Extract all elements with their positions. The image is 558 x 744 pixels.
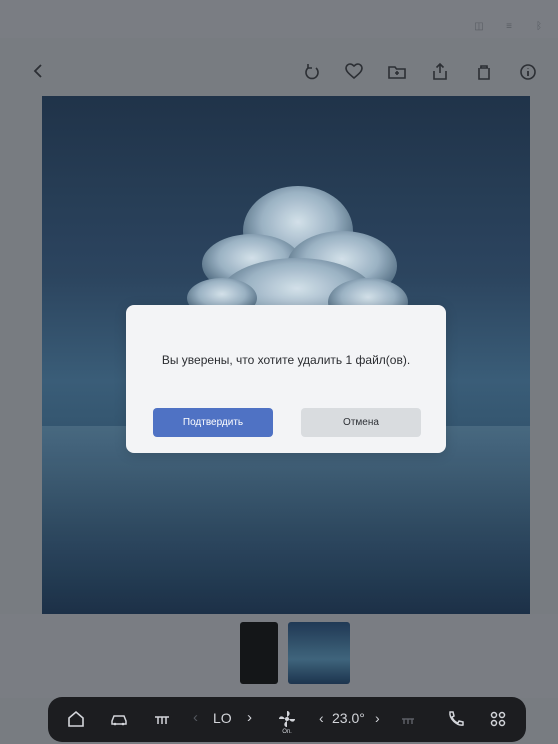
- cancel-button[interactable]: Отмена: [301, 408, 421, 437]
- dialog-message: Вы уверены, что хотите удалить 1 файл(ов…: [161, 353, 411, 367]
- confirm-button[interactable]: Подтвердить: [153, 408, 273, 437]
- confirm-dialog: Вы уверены, что хотите удалить 1 файл(ов…: [126, 305, 446, 453]
